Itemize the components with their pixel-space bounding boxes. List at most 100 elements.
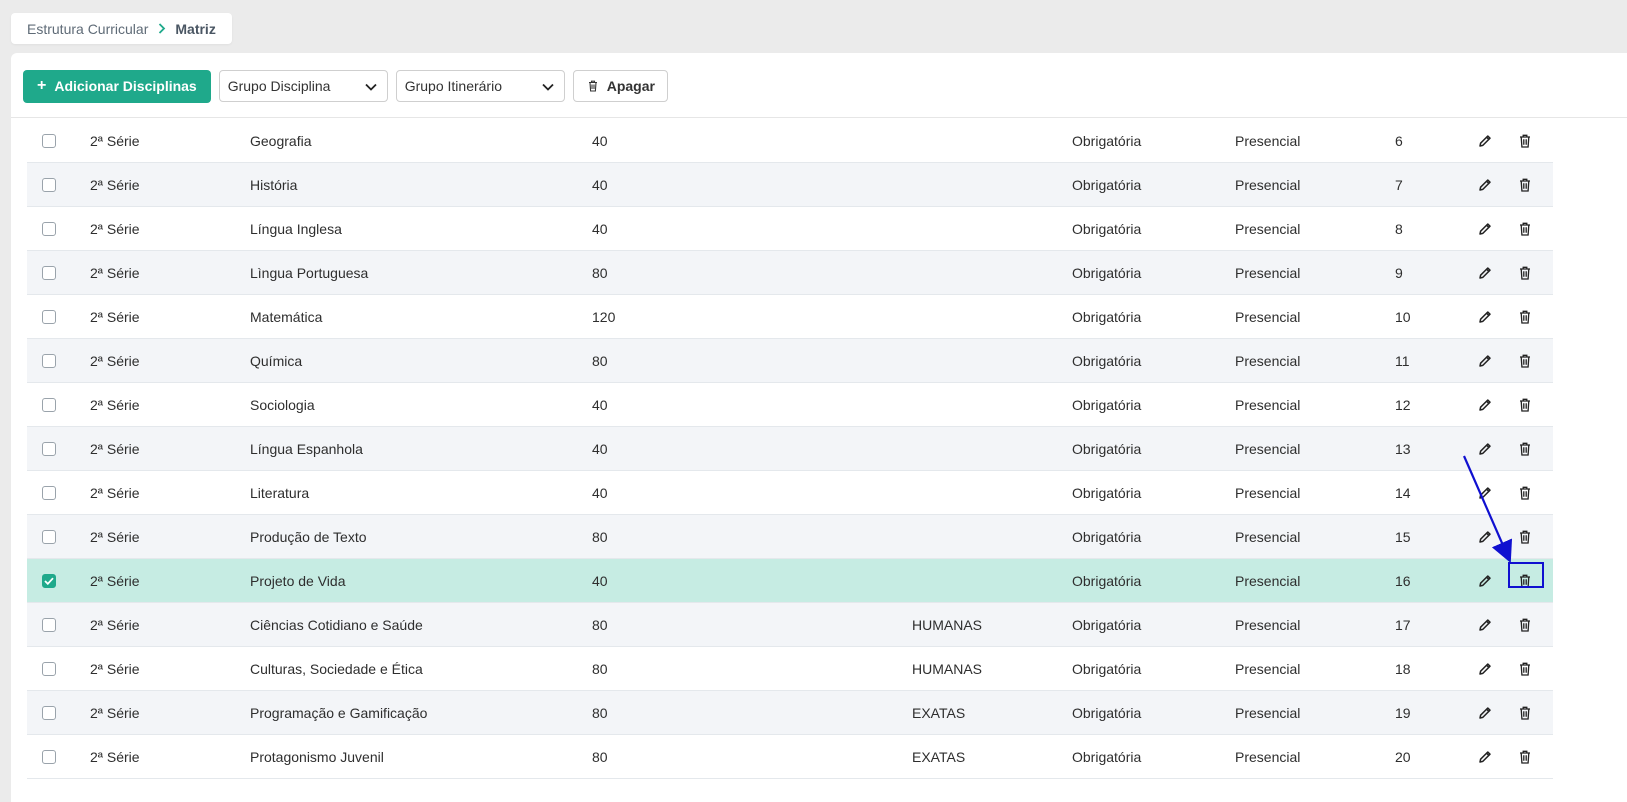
trash-icon[interactable] <box>1517 529 1533 545</box>
curriculum-table: 2ª Série Geografia 40 Obrigatória Presencial… <box>27 119 1553 779</box>
row-checkbox[interactable] <box>42 529 56 544</box>
cell-ordem: 7 <box>1395 176 1403 193</box>
cell-grupo: EXATAS <box>912 704 966 721</box>
row-checkbox[interactable] <box>42 617 56 632</box>
pencil-icon[interactable] <box>1477 397 1493 413</box>
delete-button[interactable]: Apagar <box>572 70 668 102</box>
delete-label: Apagar <box>606 78 655 94</box>
cell-ordem: 6 <box>1395 132 1403 149</box>
chevron-down-icon <box>365 78 377 94</box>
row-checkbox[interactable] <box>42 177 56 192</box>
row-checkbox[interactable] <box>42 309 56 324</box>
table-row[interactable]: 2ª Série Lìngua Portuguesa 80 Obrigatória Pr… <box>27 251 1553 295</box>
row-checkbox[interactable] <box>42 397 56 412</box>
table-row[interactable]: 2ª Série Língua Espanhola 40 Obrigatória Pre… <box>27 427 1553 471</box>
row-checkbox[interactable] <box>42 705 56 720</box>
trash-icon <box>588 80 597 92</box>
breadcrumb-parent[interactable]: Estrutura Curricular <box>27 21 148 37</box>
cell-disciplina: Ciências Cotidiano e Saúde <box>250 616 423 633</box>
pencil-icon[interactable] <box>1477 441 1493 457</box>
table-row[interactable]: 2ª Série Culturas, Sociedade e Ética 80 HUM… <box>27 647 1553 691</box>
cell-carga-horaria: 80 <box>592 352 608 369</box>
row-checkbox[interactable] <box>42 265 56 280</box>
table-row[interactable]: 2ª Série Língua Inglesa 40 Obrigatória Prese… <box>27 207 1553 251</box>
pencil-icon[interactable] <box>1477 749 1493 765</box>
cell-serie: 2ª Série <box>90 220 140 237</box>
cell-ordem: 19 <box>1395 704 1411 721</box>
cell-ordem: 14 <box>1395 484 1411 501</box>
group-discipline-select[interactable]: Grupo Disciplina <box>218 70 388 102</box>
pencil-icon[interactable] <box>1477 529 1493 545</box>
row-checkbox[interactable] <box>42 133 56 148</box>
row-checkbox[interactable] <box>42 661 56 676</box>
pencil-icon[interactable] <box>1477 485 1493 501</box>
trash-icon[interactable] <box>1517 309 1533 325</box>
table-row[interactable]: 2ª Série Literatura 40 Obrigatória Presencia… <box>27 471 1553 515</box>
table-row[interactable]: 2ª Série Produção de Texto 80 Obrigatória Pr… <box>27 515 1553 559</box>
trash-icon[interactable] <box>1517 177 1533 193</box>
row-checkbox[interactable] <box>42 353 56 368</box>
row-checkbox[interactable] <box>42 749 56 764</box>
trash-icon[interactable] <box>1517 397 1533 413</box>
cell-ordem: 8 <box>1395 220 1403 237</box>
trash-icon[interactable] <box>1517 265 1533 281</box>
cell-modalidade: Presencial <box>1235 352 1301 369</box>
cell-tipo: Obrigatória <box>1072 176 1142 193</box>
cell-ordem: 13 <box>1395 440 1411 457</box>
cell-carga-horaria: 80 <box>592 660 608 677</box>
cell-tipo: Obrigatória <box>1072 748 1142 765</box>
trash-icon[interactable] <box>1517 441 1533 457</box>
cell-ordem: 17 <box>1395 616 1411 633</box>
cell-serie: 2ª Série <box>90 616 140 633</box>
row-checkbox[interactable] <box>42 573 56 588</box>
trash-icon[interactable] <box>1517 749 1533 765</box>
pencil-icon[interactable] <box>1477 705 1493 721</box>
cell-disciplina: História <box>250 176 298 193</box>
cell-ordem: 15 <box>1395 528 1411 545</box>
trash-icon[interactable] <box>1517 617 1533 633</box>
cell-disciplina: Química <box>250 352 303 369</box>
cell-modalidade: Presencial <box>1235 396 1301 413</box>
cell-modalidade: Presencial <box>1235 660 1301 677</box>
cell-serie: 2ª Série <box>90 176 140 193</box>
cell-carga-horaria: 40 <box>592 220 608 237</box>
cell-carga-horaria: 40 <box>592 484 608 501</box>
pencil-icon[interactable] <box>1477 221 1493 237</box>
pencil-icon[interactable] <box>1477 133 1493 149</box>
row-checkbox[interactable] <box>42 441 56 456</box>
pencil-icon[interactable] <box>1477 573 1493 589</box>
trash-icon[interactable] <box>1517 485 1533 501</box>
row-checkbox[interactable] <box>42 221 56 236</box>
table-row[interactable]: 2ª Série História 40 Obrigatória Presencial 7 <box>27 163 1553 207</box>
table-row[interactable]: 2ª Série Programação e Gamificação 80 EXATA… <box>27 691 1553 735</box>
table-row[interactable]: 2ª Série Projeto de Vida 40 Obrigatória Pres… <box>27 559 1553 603</box>
row-checkbox[interactable] <box>42 485 56 500</box>
table-row[interactable]: 2ª Série Ciências Cotidiano e Saúde 80 HUMA… <box>27 603 1553 647</box>
cell-modalidade: Presencial <box>1235 176 1301 193</box>
pencil-icon[interactable] <box>1477 265 1493 281</box>
pencil-icon[interactable] <box>1477 177 1493 193</box>
cell-modalidade: Presencial <box>1235 264 1301 281</box>
add-disciplines-button[interactable]: + Adicionar Disciplinas <box>23 69 211 103</box>
table-row[interactable]: 2ª Série Sociologia 40 Obrigatória Presencia… <box>27 383 1553 427</box>
pencil-icon[interactable] <box>1477 661 1493 677</box>
pencil-icon[interactable] <box>1477 353 1493 369</box>
trash-icon[interactable] <box>1517 133 1533 149</box>
cell-grupo: EXATAS <box>912 748 966 765</box>
trash-icon[interactable] <box>1517 221 1533 237</box>
trash-icon[interactable] <box>1517 705 1533 721</box>
table-row[interactable]: 2ª Série Química 80 Obrigatória Presencial 11 <box>27 339 1553 383</box>
table-row[interactable]: 2ª Série Geografia 40 Obrigatória Presencial… <box>27 119 1553 163</box>
table-row[interactable]: 2ª Série Protagonismo Juvenil 80 EXATAS Obri… <box>27 735 1553 779</box>
group-discipline-value: Grupo Disciplina <box>227 78 331 94</box>
cell-serie: 2ª Série <box>90 484 140 501</box>
group-itinerary-select[interactable]: Grupo Itinerário <box>395 70 565 102</box>
cell-tipo: Obrigatória <box>1072 264 1142 281</box>
trash-icon[interactable] <box>1517 661 1533 677</box>
cell-carga-horaria: 40 <box>592 176 608 193</box>
pencil-icon[interactable] <box>1477 309 1493 325</box>
table-row[interactable]: 2ª Série Matemática 120 Obrigatória Presenci… <box>27 295 1553 339</box>
cell-tipo: Obrigatória <box>1072 616 1142 633</box>
trash-icon[interactable] <box>1517 353 1533 369</box>
pencil-icon[interactable] <box>1477 617 1493 633</box>
